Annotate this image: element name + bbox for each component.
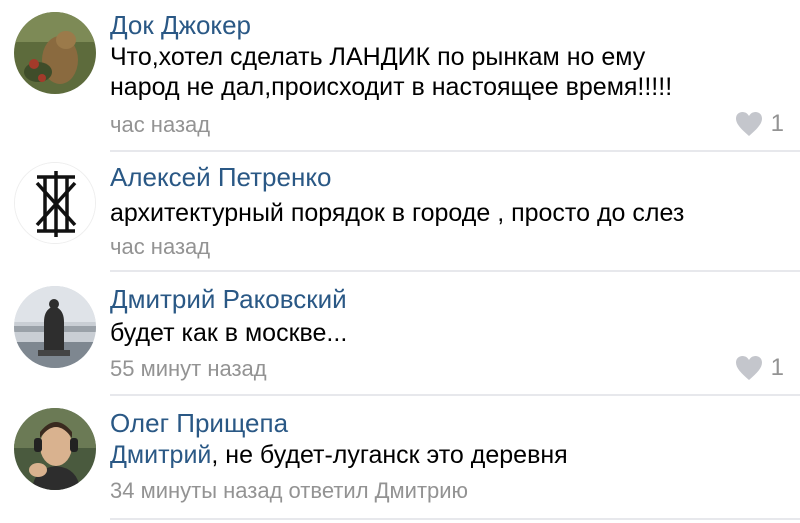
heart-icon: [735, 356, 762, 380]
reply-mention-link[interactable]: Дмитрий: [110, 441, 211, 469]
avatar[interactable]: [14, 162, 96, 244]
comment-text: Что,хотел сделать ЛАНДИК по рынкам но ем…: [110, 42, 780, 102]
heart-icon: [735, 112, 762, 136]
comment-item: Дмитрий Раковский будет как в москве... …: [0, 272, 800, 392]
comment-text: будет как в москве...: [110, 318, 780, 348]
comment-item: Олег Прищепа Дмитрий, не будет-луганск э…: [0, 396, 800, 523]
like-count: 1: [770, 354, 784, 381]
comment-text-line: архитектурный порядок в городе , просто …: [110, 199, 685, 227]
comment-item: Алексей Петренко архитектурный порядок в…: [0, 152, 800, 270]
squirrel-photo-icon: [14, 12, 96, 94]
comment-time: 34 минуты назад ответил Дмитрию: [110, 478, 469, 503]
comment-text: архитектурный порядок в городе , просто …: [110, 198, 780, 228]
avatar[interactable]: [14, 408, 96, 490]
comment-time: 55 минут назад: [110, 356, 267, 381]
avatar[interactable]: [14, 286, 96, 368]
comment-author[interactable]: Дмитрий Раковский: [110, 284, 347, 314]
comment-text-line: народ не дал,происходит в настоящее врем…: [110, 73, 673, 101]
like-count: 1: [770, 110, 784, 137]
comment-author[interactable]: Алексей Петренко: [110, 162, 331, 192]
comment-text: Дмитрий, не будет-луганск это деревня: [110, 440, 780, 470]
comment-text-line: будет как в москве...: [110, 319, 348, 347]
comment-text-line: , не будет-луганск это деревня: [211, 441, 568, 469]
divider: [110, 518, 800, 520]
avatar[interactable]: [14, 12, 96, 94]
comment-time: час назад: [110, 234, 211, 259]
comment-time: час назад: [110, 112, 211, 137]
comment-item: Док Джокер Что,хотел сделать ЛАНДИК по р…: [0, 0, 800, 150]
man-headphones-photo-icon: [14, 408, 96, 490]
like-button[interactable]: 1: [735, 110, 784, 138]
comment-text-line: Что,хотел сделать ЛАНДИК по рынкам но ем…: [110, 43, 646, 71]
monument-photo-icon: [14, 286, 96, 368]
comment-author[interactable]: Док Джокер: [110, 10, 251, 40]
like-button[interactable]: 1: [735, 354, 784, 382]
comment-author[interactable]: Олег Прищепа: [110, 408, 288, 438]
monogram-logo-icon: [15, 163, 95, 243]
